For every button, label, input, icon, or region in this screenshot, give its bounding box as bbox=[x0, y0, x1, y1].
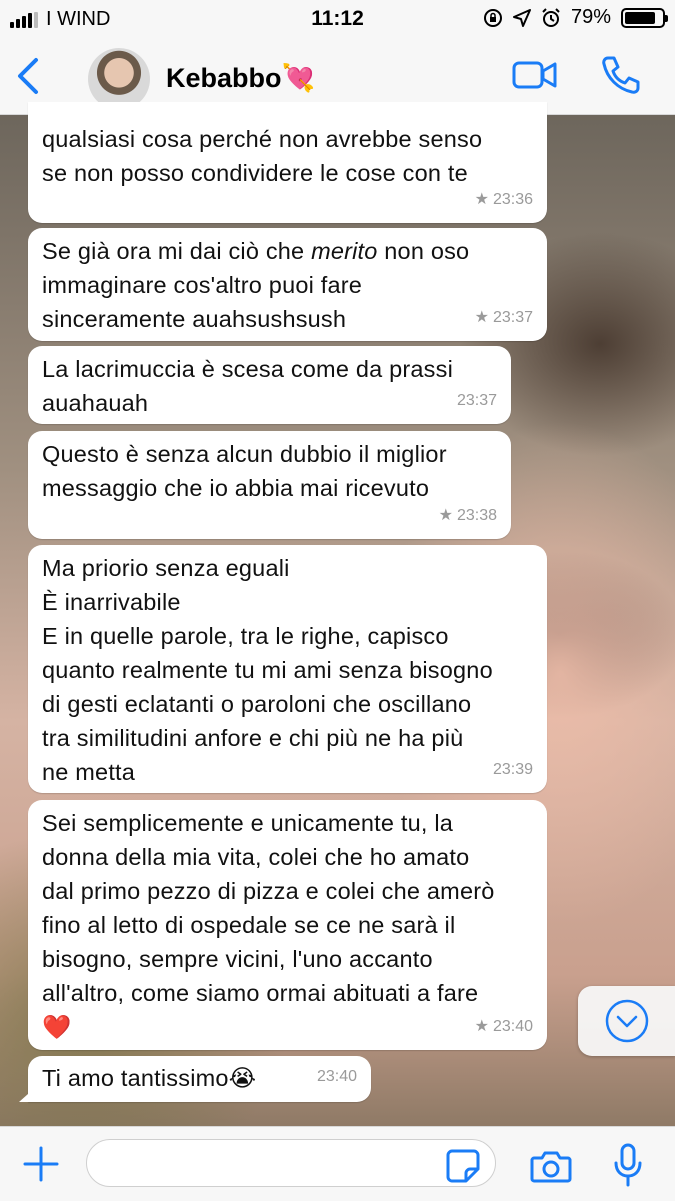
message-bubble[interactable]: La lacrimuccia è scesa come da prassi au… bbox=[28, 346, 511, 424]
message-time: 23:40 bbox=[316, 1068, 357, 1085]
message-meta: 23:39 bbox=[493, 753, 533, 787]
status-bar: I WIND 11:12 79% bbox=[0, 0, 675, 38]
message-bubble[interactable]: Se già ora mi dai ciò che merito non oso… bbox=[28, 228, 547, 341]
avatar[interactable] bbox=[88, 48, 150, 110]
message-time: 23:40 bbox=[492, 1018, 533, 1035]
message-text-part: Se già ora mi dai ciò che bbox=[42, 238, 312, 264]
message-meta: 23:40 bbox=[317, 1060, 357, 1094]
contact-name[interactable]: Kebabbo💘 bbox=[166, 62, 315, 94]
message-meta: ★ 23:38 bbox=[439, 499, 497, 533]
status-indicators: 79% bbox=[483, 6, 668, 29]
message-bubble[interactable]: qualsiasi cosa perché non avrebbe senso … bbox=[28, 102, 547, 223]
microphone-icon[interactable] bbox=[612, 1143, 644, 1187]
sticker-icon[interactable] bbox=[446, 1149, 480, 1183]
message-time: 23:37 bbox=[492, 309, 533, 326]
star-icon: ★ bbox=[474, 1018, 489, 1035]
video-camera-icon[interactable] bbox=[512, 58, 558, 92]
phone-icon[interactable] bbox=[600, 54, 642, 96]
chevron-down-circle-icon bbox=[605, 999, 648, 1043]
message-text: qualsiasi cosa perché non avrebbe senso … bbox=[42, 126, 483, 186]
chevron-left-icon[interactable] bbox=[12, 54, 48, 98]
message-bubble[interactable]: Ma priorio senza eguali È inarrivabile E… bbox=[28, 545, 547, 793]
rotation-lock-icon bbox=[483, 8, 502, 27]
scroll-to-bottom-button[interactable] bbox=[578, 986, 675, 1056]
star-icon: ★ bbox=[438, 507, 453, 524]
message-meta: 23:37 bbox=[457, 384, 497, 418]
alarm-icon bbox=[542, 7, 560, 27]
message-time: 23:37 bbox=[456, 392, 497, 409]
message-time: 23:39 bbox=[492, 761, 533, 778]
star-icon: ★ bbox=[474, 309, 489, 326]
message-input[interactable] bbox=[86, 1139, 496, 1187]
camera-icon[interactable] bbox=[530, 1149, 572, 1183]
message-bubble[interactable]: Questo è senza alcun dubbio il miglior m… bbox=[28, 431, 511, 539]
message-text: La lacrimuccia è scesa come da prassi au… bbox=[42, 356, 453, 416]
message-meta: ★ 23:40 bbox=[475, 1010, 533, 1044]
battery-icon bbox=[621, 7, 668, 28]
composer-bar bbox=[0, 1126, 675, 1201]
message-bubble[interactable]: Sei semplicemente e unicamente tu, la do… bbox=[28, 800, 547, 1050]
message-time: 23:36 bbox=[492, 191, 533, 208]
message-text-italic: merito bbox=[311, 238, 378, 264]
message-text: Ma priorio senza eguali È inarrivabile E… bbox=[42, 555, 493, 785]
message-text: Sei semplicemente e unicamente tu, la do… bbox=[42, 810, 495, 1040]
battery-percentage: 79% bbox=[570, 6, 611, 28]
message-meta: ★ 23:37 bbox=[475, 301, 533, 335]
location-arrow-icon bbox=[512, 8, 531, 27]
plus-icon[interactable] bbox=[22, 1145, 60, 1183]
message-bubble[interactable]: Ti amo tantissimo😭 23:40 bbox=[19, 1056, 371, 1102]
message-time: 23:38 bbox=[456, 507, 497, 524]
message-text: Ti amo tantissimo😭 bbox=[42, 1065, 257, 1091]
star-icon: ★ bbox=[474, 191, 489, 208]
message-text: Questo è senza alcun dubbio il miglior m… bbox=[42, 441, 447, 501]
message-text: Se già ora mi dai ciò che merito non oso… bbox=[42, 234, 533, 336]
message-meta: ★ 23:36 bbox=[475, 183, 533, 217]
